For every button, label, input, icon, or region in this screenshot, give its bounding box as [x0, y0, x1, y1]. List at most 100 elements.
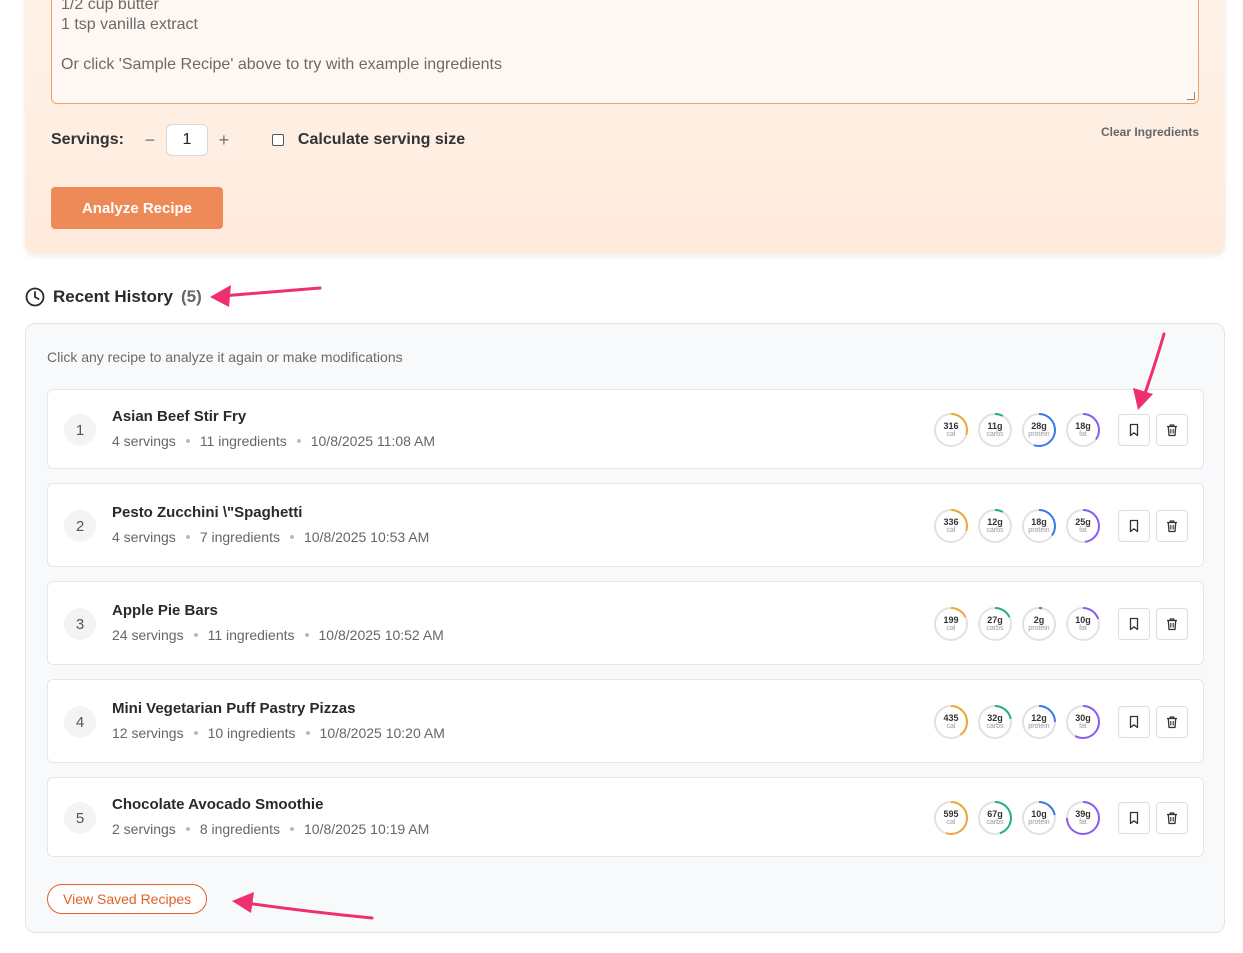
- recipe-servings: 4 servings: [112, 529, 176, 545]
- history-row[interactable]: 4 Mini Vegetarian Puff Pastry Pizzas 12 se…: [47, 679, 1204, 763]
- macro-unit: protein: [1028, 723, 1050, 730]
- save-recipe-button[interactable]: [1118, 510, 1150, 542]
- macro-unit: fat: [1079, 431, 1087, 438]
- recipe-meta: 4 servings 7 ingredients 10/8/2025 10:53 A…: [112, 529, 429, 545]
- separator-dot: [185, 827, 190, 831]
- recipe-ingredients: 11 ingredients: [207, 627, 295, 643]
- macro-unit: fat: [1079, 625, 1087, 632]
- macro-unit: protein: [1028, 527, 1050, 534]
- macro-value: 18g: [1031, 517, 1047, 527]
- delete-recipe-button[interactable]: [1156, 802, 1188, 834]
- servings-label: Servings:: [51, 131, 124, 148]
- macro-unit: cal: [946, 819, 956, 826]
- macro-rings: 336 cal 12g carbs 18g protein 25g fat: [933, 508, 1101, 544]
- save-recipe-button[interactable]: [1118, 608, 1150, 640]
- history-row[interactable]: 5 Chocolate Avocado Smoothie 2 servings 8 i…: [47, 777, 1204, 857]
- history-hint: Click any recipe to analyze it again or …: [47, 349, 403, 365]
- servings-increment-button[interactable]: +: [216, 130, 232, 151]
- arrow-annotation: [210, 285, 322, 307]
- macro-cal: 199 cal: [933, 606, 969, 642]
- resize-handle-icon[interactable]: [1187, 92, 1195, 100]
- analyze-recipe-button[interactable]: Analyze Recipe: [51, 187, 223, 229]
- recipe-meta: 4 servings 11 ingredients 10/8/2025 11:08 …: [112, 433, 435, 449]
- servings-input[interactable]: 1: [165, 124, 208, 156]
- macro-unit: cal: [946, 723, 956, 730]
- trash-icon: [1167, 812, 1177, 825]
- macro-carbs: 67g carbs: [977, 800, 1013, 836]
- save-recipe-button[interactable]: [1118, 706, 1150, 738]
- macro-value: 12g: [987, 517, 1003, 527]
- macro-value: 336: [943, 517, 959, 527]
- delete-recipe-button[interactable]: [1156, 706, 1188, 738]
- recipe-title[interactable]: Chocolate Avocado Smoothie: [112, 796, 323, 813]
- recipe-date: 10/8/2025 10:52 AM: [318, 627, 444, 643]
- recipe-ingredients: 10 ingredients: [207, 725, 296, 741]
- macro-carbs: 12g carbs: [977, 508, 1013, 544]
- history-panel: Click any recipe to analyze it again or …: [25, 323, 1225, 933]
- macro-value: 27g: [987, 615, 1003, 625]
- macro-rings: 435 cal 32g carbs 12g protein 30g fat: [933, 704, 1101, 740]
- servings-decrement-button[interactable]: −: [142, 130, 158, 151]
- macro-value: 18g: [1075, 421, 1091, 431]
- row-number: 1: [64, 414, 96, 446]
- macro-rings: 595 cal 67g carbs 10g protein 39g fat: [933, 800, 1101, 836]
- macro-cal: 595 cal: [933, 800, 969, 836]
- delete-recipe-button[interactable]: [1156, 510, 1188, 542]
- macro-value: 10g: [1031, 809, 1047, 819]
- calculate-serving-size-label[interactable]: Calculate serving size: [298, 131, 465, 149]
- macro-value: 435: [943, 713, 959, 723]
- recipe-title[interactable]: Apple Pie Bars: [112, 602, 218, 619]
- macro-value: 30g: [1075, 713, 1091, 723]
- macro-fat: 10g fat: [1065, 606, 1101, 642]
- recipe-servings: 4 servings: [112, 433, 176, 449]
- save-recipe-button[interactable]: [1118, 414, 1150, 446]
- recipe-date: 10/8/2025 10:19 AM: [303, 821, 430, 837]
- ingredient-line: 1/2 cup butter: [61, 0, 159, 13]
- macro-unit: cal: [946, 527, 956, 534]
- history-row[interactable]: 3 Apple Pie Bars 24 servings 11 ingredients…: [47, 581, 1204, 665]
- macro-cal: 316 cal: [933, 412, 969, 448]
- macro-unit: fat: [1079, 527, 1087, 534]
- macro-protein: 2g protein: [1021, 606, 1057, 642]
- bookmark-icon: [1129, 715, 1139, 729]
- macro-unit: carbs: [986, 431, 1004, 438]
- clear-ingredients-button[interactable]: Clear Ingredients: [1101, 125, 1199, 139]
- macro-value: 2g: [1033, 615, 1045, 625]
- calculate-serving-size-toggle[interactable]: Calculate serving size: [271, 131, 465, 149]
- recipe-servings: 2 servings: [112, 821, 176, 837]
- recipe-title[interactable]: Pesto Zucchini \"Spaghetti: [112, 504, 302, 521]
- macro-fat: 25g fat: [1065, 508, 1101, 544]
- save-recipe-button[interactable]: [1118, 802, 1150, 834]
- recipe-date: 10/8/2025 10:53 AM: [303, 529, 430, 545]
- macro-unit: carbs: [986, 625, 1004, 632]
- macro-cal: 336 cal: [933, 508, 969, 544]
- macro-value: 10g: [1075, 615, 1091, 625]
- delete-recipe-button[interactable]: [1156, 414, 1188, 446]
- calculate-serving-size-checkbox[interactable]: [271, 134, 284, 146]
- recipe-ingredients: 11 ingredients: [199, 433, 287, 449]
- history-row[interactable]: 2 Pesto Zucchini \"Spaghetti 4 servings 7 i…: [47, 483, 1204, 567]
- macro-value: 28g: [1031, 421, 1047, 431]
- trash-icon: [1167, 424, 1177, 437]
- view-saved-recipes-button[interactable]: View Saved Recipes: [47, 884, 208, 914]
- macro-value: 316: [943, 421, 959, 431]
- macro-value: 11g: [987, 421, 1003, 431]
- recipe-ingredients: 7 ingredients: [199, 529, 280, 545]
- bookmark-icon: [1129, 811, 1139, 825]
- separator-dot: [305, 731, 310, 735]
- macro-unit: carbs: [986, 723, 1004, 730]
- macro-cal: 435 cal: [933, 704, 969, 740]
- macro-unit: cal: [946, 625, 956, 632]
- recipe-title[interactable]: Mini Vegetarian Puff Pastry Pizzas: [112, 700, 355, 717]
- delete-recipe-button[interactable]: [1156, 608, 1188, 640]
- recipe-title[interactable]: Asian Beef Stir Fry: [112, 408, 246, 425]
- macro-unit: carbs: [986, 819, 1004, 826]
- macro-carbs: 32g carbs: [977, 704, 1013, 740]
- history-row[interactable]: 1 Asian Beef Stir Fry 4 servings 11 ingredi…: [47, 389, 1204, 469]
- macro-fat: 39g fat: [1065, 800, 1101, 836]
- ingredients-textarea[interactable]: 1/2 cup butter 1 tsp vanilla extract Or …: [51, 0, 1199, 104]
- recipe-servings: 12 servings: [112, 725, 184, 741]
- separator-dot: [185, 535, 190, 539]
- history-count: (5): [180, 287, 202, 306]
